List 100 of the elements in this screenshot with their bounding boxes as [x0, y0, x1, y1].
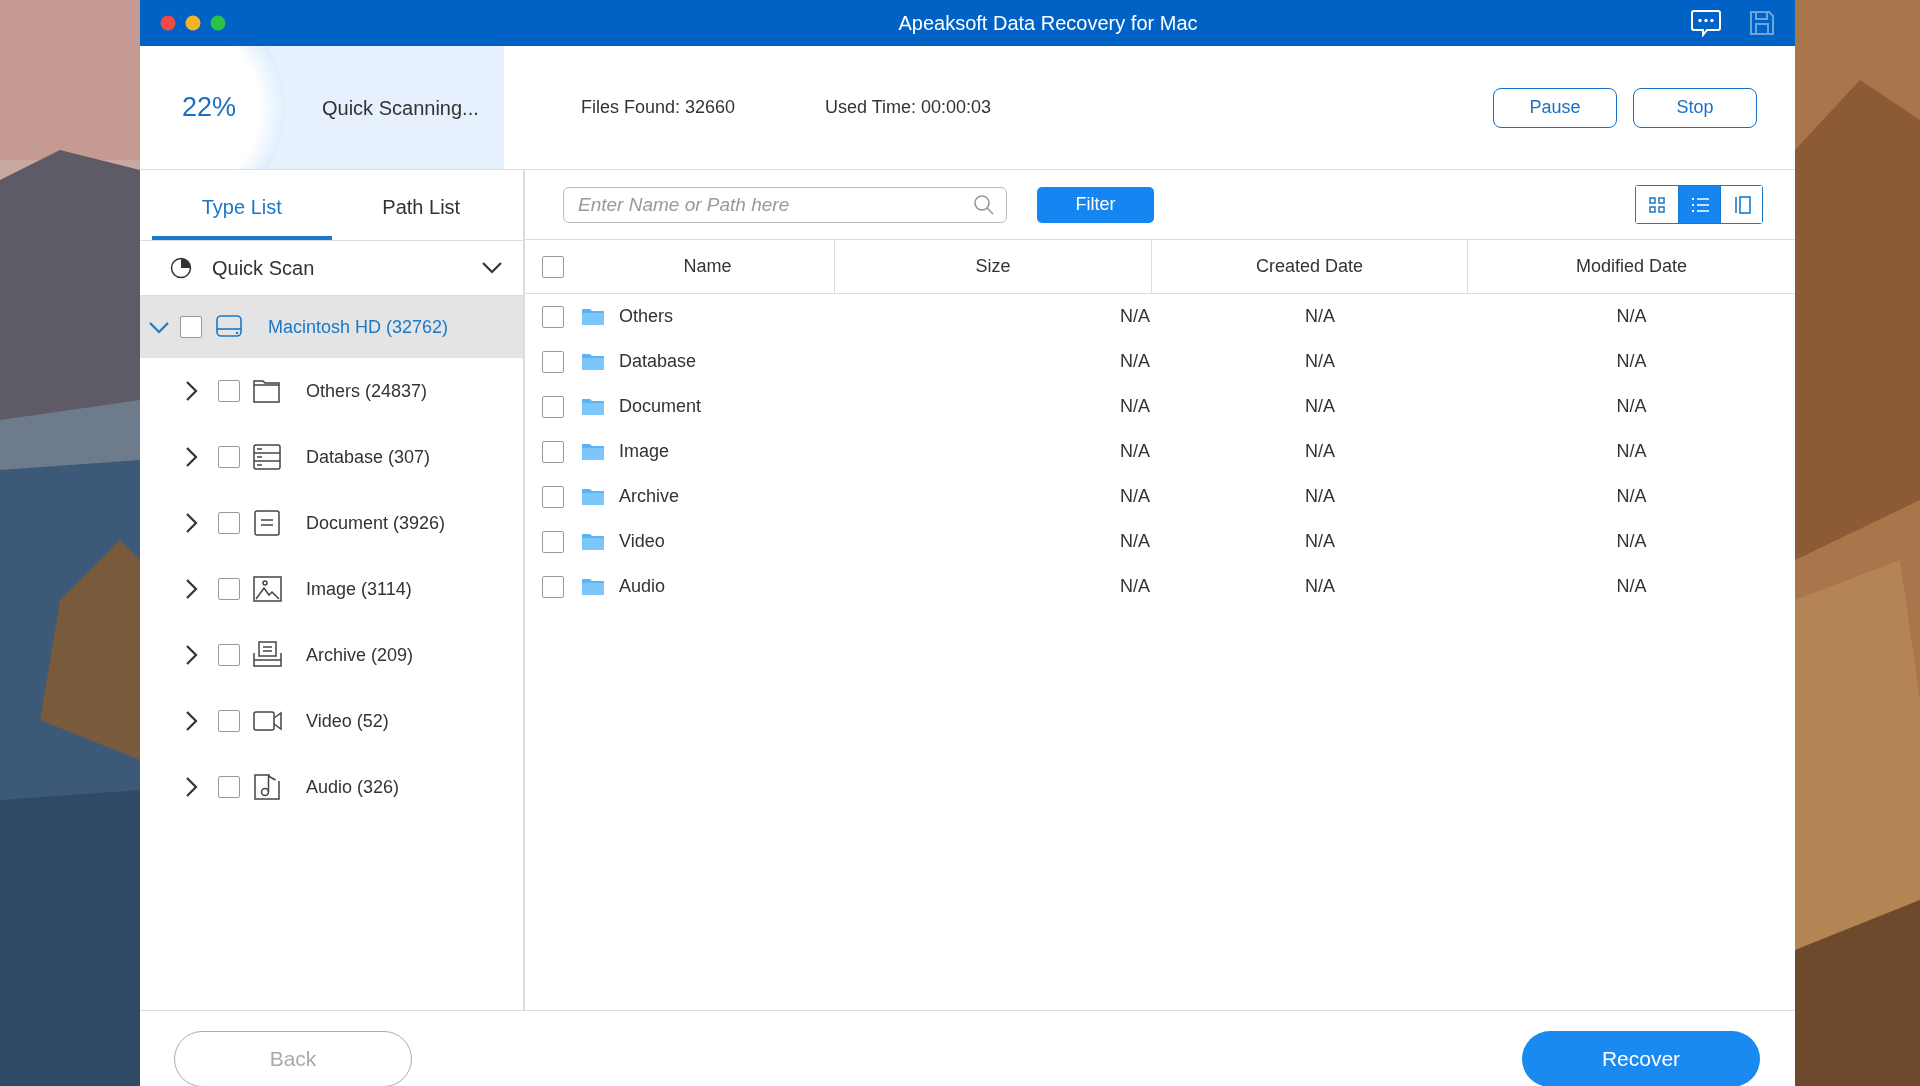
file-name: Video	[619, 530, 665, 553]
tree-label: Others (24837)	[306, 379, 428, 403]
table-cell-text: N/A	[1305, 395, 1335, 418]
pause-button[interactable]: Pause	[1493, 87, 1617, 128]
table-cell-text: N/A	[1305, 350, 1335, 373]
table-cell-text: N/A	[1120, 530, 1150, 553]
folder-icon	[581, 576, 605, 597]
stop-button[interactable]: Stop	[1633, 87, 1757, 128]
view-switcher[interactable]	[1635, 185, 1763, 224]
folder-icon	[581, 396, 605, 417]
tree-label: Archive (209)	[306, 643, 414, 667]
tree-label: Macintosh HD (32762)	[268, 315, 449, 339]
table-cell-text: N/A	[1305, 440, 1335, 463]
scan-mode-label: Quick Scan	[212, 256, 315, 281]
save-icon[interactable]	[1749, 10, 1775, 36]
tray-icon	[252, 640, 282, 670]
file-name: Others	[619, 305, 674, 328]
tree-item[interactable]: Document (3926)	[140, 490, 523, 556]
close-icon[interactable]	[160, 15, 176, 31]
table-cell-text: N/A	[1120, 485, 1150, 508]
scan-mode-dropdown[interactable]: Quick Scan	[140, 240, 523, 296]
tree-item[interactable]: Video (52)	[140, 688, 523, 754]
tree-label: Database (307)	[306, 445, 431, 469]
checkbox[interactable]	[542, 395, 564, 418]
checkbox[interactable]	[218, 578, 240, 600]
column-header[interactable]: Name	[581, 240, 835, 293]
files-found: Files Found: 32660	[581, 96, 737, 119]
checkbox[interactable]	[180, 316, 202, 338]
checkbox[interactable]	[542, 350, 564, 373]
preview-view-button[interactable]	[1720, 186, 1762, 223]
preview-icon	[1732, 195, 1751, 214]
pie-icon	[170, 257, 192, 279]
folder-icon	[581, 306, 605, 327]
checkbox[interactable]	[542, 485, 564, 508]
table-cell-text: N/A	[1120, 440, 1150, 463]
tab[interactable]: Type List	[152, 170, 332, 240]
tree-item[interactable]: Macintosh HD (32762)	[140, 296, 523, 358]
checkbox[interactable]	[218, 446, 240, 468]
chat-icon[interactable]	[1691, 9, 1721, 37]
list-view-button[interactable]	[1678, 186, 1720, 223]
file-name: Image	[619, 440, 670, 463]
table-cell-text: N/A	[1120, 575, 1150, 598]
checkbox[interactable]	[218, 512, 240, 534]
list-icon	[1690, 195, 1709, 214]
file-name: Database	[619, 350, 697, 373]
table-cell-text: N/A	[1120, 350, 1150, 373]
checkbox[interactable]	[542, 440, 564, 463]
table-cell-text: N/A	[1305, 485, 1335, 508]
tree-label: Audio (326)	[306, 775, 400, 799]
scan-status: Quick Scanning...	[322, 95, 480, 121]
chevron-down-icon[interactable]	[481, 261, 503, 275]
table-cell-text: N/A	[1305, 575, 1335, 598]
table-cell-text: N/A	[1305, 530, 1335, 553]
checkbox[interactable]	[542, 305, 564, 328]
search-field[interactable]: Enter Name or Path here	[563, 186, 1007, 223]
tree-label: Image (3114)	[306, 577, 412, 601]
checkbox[interactable]	[542, 530, 564, 553]
checkbox[interactable]	[218, 380, 240, 402]
folder-icon	[581, 441, 605, 462]
grid-icon	[1648, 195, 1666, 214]
file-name: Archive	[619, 485, 680, 508]
music-note-icon	[252, 772, 282, 802]
file-name: Document	[619, 395, 702, 418]
checkbox[interactable]	[218, 776, 240, 798]
table-cell-text: N/A	[1616, 530, 1647, 553]
tree-item[interactable]: Database (307)	[140, 424, 523, 490]
table-cell-text: N/A	[1120, 395, 1150, 418]
tab[interactable]: Path List	[331, 170, 511, 240]
table-cell-text: N/A	[1305, 305, 1335, 328]
window-title: Apeaksoft Data Recovery for Mac	[898, 11, 1198, 36]
tree-item[interactable]: Others (24837)	[140, 358, 523, 424]
select-all-checkbox[interactable]	[542, 255, 564, 278]
tree-item[interactable]: Archive (209)	[140, 622, 523, 688]
checkbox[interactable]	[218, 710, 240, 732]
folder-icon	[581, 351, 605, 372]
document-icon	[252, 508, 282, 538]
column-header[interactable]: Size	[835, 240, 1152, 293]
table-cell-text: N/A	[1616, 485, 1647, 508]
folder-icon	[581, 531, 605, 552]
zoom-icon[interactable]	[210, 15, 226, 31]
file-name: Audio	[619, 575, 666, 598]
checkbox[interactable]	[218, 644, 240, 666]
tree-item[interactable]: Audio (326)	[140, 754, 523, 820]
minimize-icon[interactable]	[185, 15, 201, 31]
table-cell-text: N/A	[1616, 440, 1647, 463]
used-time: Used Time: 00:00:03	[825, 96, 992, 119]
table-cell-text: N/A	[1616, 575, 1647, 598]
filter-button[interactable]: Filter	[1037, 186, 1154, 223]
progress-percent: 22%	[182, 91, 238, 125]
checkbox[interactable]	[542, 575, 564, 598]
folder-icon	[581, 486, 605, 507]
tree-label: Video (52)	[306, 709, 389, 733]
tree-label: Document (3926)	[306, 511, 446, 535]
table-cell-text: N/A	[1616, 395, 1647, 418]
tree-item[interactable]: Image (3114)	[140, 556, 523, 622]
table-cell-text: N/A	[1616, 350, 1647, 373]
column-header[interactable]: Created Date	[1152, 240, 1468, 293]
column-header[interactable]: Modified Date	[1468, 240, 1795, 293]
database-icon	[252, 442, 282, 472]
recover-button[interactable]: Recover	[1522, 1031, 1760, 1086]
